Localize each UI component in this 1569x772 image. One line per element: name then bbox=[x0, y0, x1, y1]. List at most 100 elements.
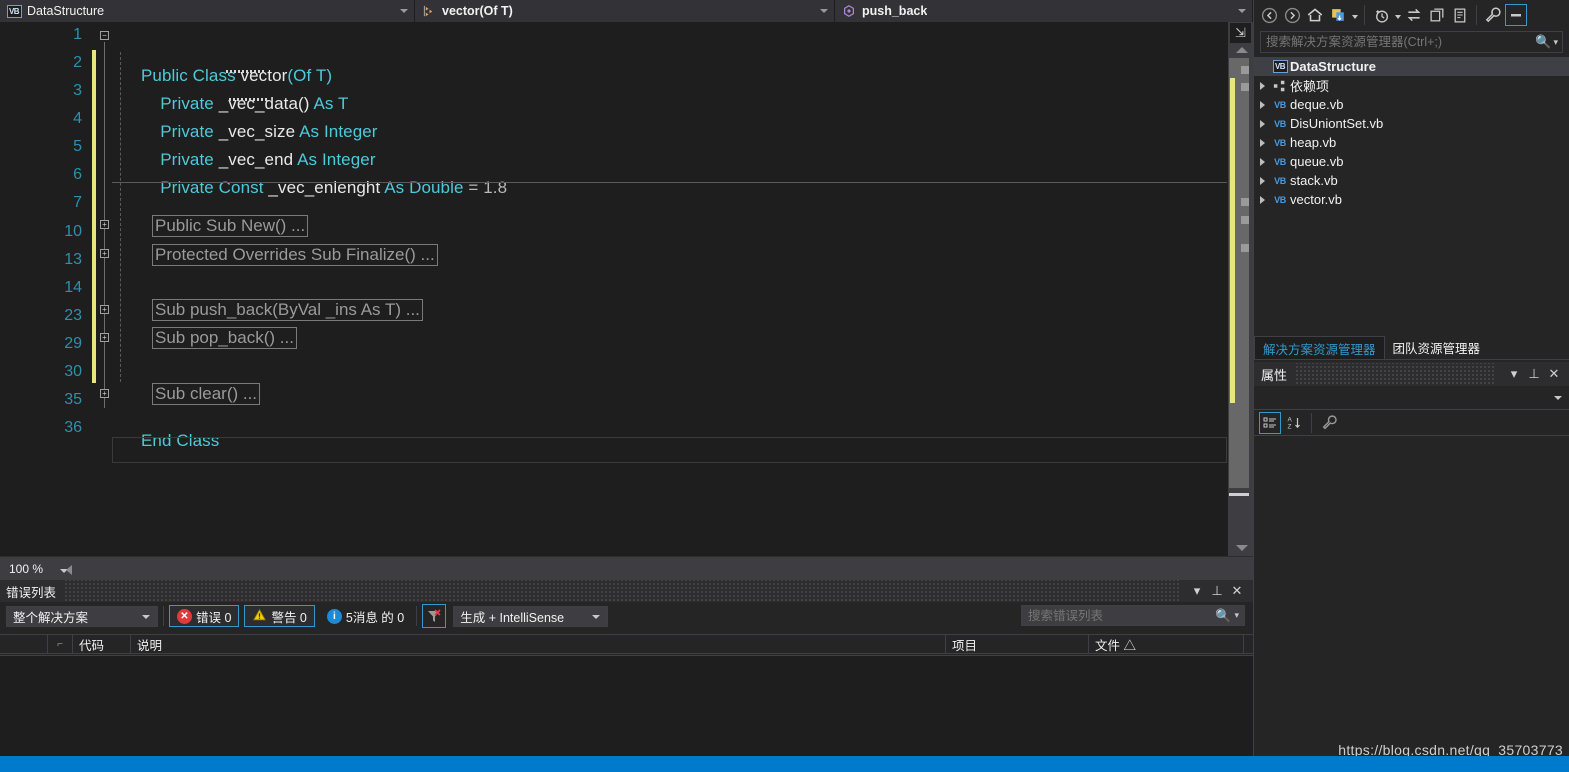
scrollbar-caret-position bbox=[1229, 493, 1249, 496]
preview-selected-items-icon[interactable] bbox=[1505, 4, 1527, 26]
fold-toggle-expand[interactable]: + bbox=[100, 249, 109, 258]
collapsed-region[interactable]: Public Sub New() ... bbox=[152, 215, 309, 237]
refresh-icon[interactable] bbox=[1327, 4, 1349, 26]
tree-item-stack[interactable]: VB stack.vb bbox=[1254, 171, 1569, 190]
messages-filter-button[interactable]: i 5消息 的 0 bbox=[320, 605, 411, 627]
tree-item-disuniontset[interactable]: VB DisUniontSet.vb bbox=[1254, 114, 1569, 133]
scope-filter-dropdown[interactable]: 整个解决方案 bbox=[6, 605, 158, 627]
search-icon[interactable]: 🔍 bbox=[1212, 608, 1234, 624]
navbar-member-dropdown[interactable]: push_back bbox=[835, 0, 1253, 22]
error-list-search-input[interactable] bbox=[1022, 608, 1213, 623]
error-list-rows[interactable] bbox=[0, 655, 1253, 755]
search-icon[interactable]: 🔍 bbox=[1533, 34, 1553, 50]
scroll-up-arrow-icon[interactable] bbox=[1236, 47, 1248, 53]
line-number: 14 bbox=[64, 279, 82, 296]
chevron-down-icon bbox=[142, 614, 150, 619]
chevron-right-icon[interactable] bbox=[1254, 195, 1270, 204]
chevron-down-icon[interactable] bbox=[1350, 4, 1359, 26]
line-number: 3 bbox=[73, 82, 82, 99]
properties-icon[interactable] bbox=[1482, 4, 1504, 26]
collapse-all-icon[interactable] bbox=[1426, 4, 1448, 26]
collapsed-region[interactable]: Sub pop_back() ... bbox=[152, 327, 297, 349]
navbar-project-dropdown[interactable]: VB DataStructure bbox=[0, 0, 415, 22]
vb-file-icon: VB bbox=[1274, 99, 1286, 110]
collapsed-region[interactable]: Protected Overrides Sub Finalize() ... bbox=[152, 244, 438, 266]
split-view-icon[interactable]: ⇲ bbox=[1230, 23, 1251, 43]
tree-item-deque[interactable]: VB deque.vb bbox=[1254, 95, 1569, 114]
column-header-selector[interactable] bbox=[0, 634, 48, 654]
line-number: 1 bbox=[73, 26, 82, 43]
error-list-search-box[interactable]: 🔍 ▾ bbox=[1021, 605, 1245, 626]
close-icon[interactable]: ✕ bbox=[1544, 364, 1564, 384]
drag-handle[interactable] bbox=[64, 580, 1179, 602]
sync-icon[interactable] bbox=[1403, 4, 1425, 26]
drag-handle[interactable] bbox=[1295, 363, 1496, 385]
zoom-level-dropdown[interactable]: 100 % bbox=[6, 559, 74, 578]
line-number: 10 bbox=[64, 223, 82, 240]
pin-icon[interactable]: ⊥ bbox=[1207, 581, 1227, 601]
warnings-filter-button[interactable]: 警告 0 bbox=[244, 605, 315, 627]
show-all-files-icon[interactable] bbox=[1449, 4, 1471, 26]
categorized-icon[interactable] bbox=[1259, 411, 1281, 434]
editor-zoom-bar: 100 % bbox=[0, 556, 1253, 580]
tab-label: 团队资源管理器 bbox=[1392, 342, 1481, 356]
tree-item-queue[interactable]: VB queue.vb bbox=[1254, 152, 1569, 171]
fold-toggle-expand[interactable]: + bbox=[100, 305, 109, 314]
collapsed-region[interactable]: Sub clear() ... bbox=[152, 383, 261, 405]
properties-icon[interactable] bbox=[1318, 412, 1340, 434]
tab-team-explorer[interactable]: 团队资源管理器 bbox=[1385, 336, 1489, 359]
class-icon bbox=[421, 3, 437, 19]
chevron-down-icon[interactable]: ▾ bbox=[1234, 610, 1244, 621]
line-number: 6 bbox=[73, 166, 82, 183]
chevron-right-icon[interactable] bbox=[1254, 138, 1270, 147]
clear-filters-button[interactable] bbox=[422, 604, 447, 628]
chevron-right-icon[interactable] bbox=[1254, 81, 1270, 90]
build-filter-dropdown[interactable]: 生成 + IntelliSense bbox=[453, 605, 609, 627]
alphabetical-icon[interactable]: AZ bbox=[1283, 412, 1305, 434]
back-icon[interactable] bbox=[1258, 4, 1280, 26]
navbar-type-dropdown[interactable]: vector(Of T) bbox=[415, 0, 835, 22]
change-bar bbox=[92, 50, 96, 383]
column-header-project[interactable]: 项目 bbox=[946, 634, 1089, 654]
solution-explorer-search-input[interactable] bbox=[1261, 35, 1534, 49]
tab-label: 解决方案资源管理器 bbox=[1263, 342, 1376, 357]
column-header-description[interactable]: 说明 bbox=[131, 634, 946, 654]
column-header-severity[interactable]: ⌐ bbox=[48, 634, 73, 654]
tab-solution-explorer[interactable]: 解决方案资源管理器 bbox=[1254, 336, 1385, 359]
horizontal-scroll-left-icon[interactable] bbox=[66, 565, 72, 575]
chevron-right-icon[interactable] bbox=[1254, 100, 1270, 109]
errors-filter-button[interactable]: ✕ 错误 0 bbox=[169, 605, 240, 627]
chevron-down-icon[interactable]: ▾ bbox=[1553, 37, 1562, 48]
tree-item-vector[interactable]: VB vector.vb bbox=[1254, 190, 1569, 209]
line-number: 2 bbox=[73, 54, 82, 71]
code-editor[interactable]: 1 2 3 4 5 6 7 10 13 14 23 29 30 35 36 − … bbox=[0, 22, 1253, 556]
chevron-down-icon[interactable] bbox=[1393, 4, 1402, 26]
pending-changes-icon[interactable] bbox=[1370, 4, 1392, 26]
chevron-right-icon[interactable] bbox=[1254, 176, 1270, 185]
fold-toggle-expand[interactable]: + bbox=[100, 333, 109, 342]
scroll-down-arrow-icon[interactable] bbox=[1236, 545, 1248, 551]
code-line[interactable]: Private Const _vec_enlenght As Double = … bbox=[112, 158, 507, 218]
method-icon bbox=[841, 3, 857, 19]
chevron-down-icon[interactable]: ▾ bbox=[1504, 364, 1524, 384]
column-header-file[interactable]: 文件 △ bbox=[1089, 634, 1244, 654]
home-icon[interactable] bbox=[1304, 4, 1326, 26]
fold-toggle-expand[interactable]: + bbox=[100, 389, 109, 398]
line-number: 23 bbox=[64, 307, 82, 324]
tree-item-dependencies[interactable]: 依赖项 bbox=[1254, 76, 1569, 95]
chevron-right-icon[interactable] bbox=[1254, 157, 1270, 166]
tree-item-datastructure[interactable]: VB DataStructure bbox=[1254, 57, 1569, 76]
solution-explorer-search-box[interactable]: 🔍 ▾ bbox=[1260, 31, 1563, 53]
chevron-down-icon[interactable]: ▾ bbox=[1187, 581, 1207, 601]
forward-icon[interactable] bbox=[1281, 4, 1303, 26]
close-icon[interactable]: ✕ bbox=[1227, 581, 1247, 601]
column-header-code[interactable]: 代码 bbox=[73, 634, 131, 654]
pin-icon[interactable]: ⊥ bbox=[1524, 364, 1544, 384]
fold-toggle-expand[interactable]: + bbox=[100, 220, 109, 229]
fold-toggle-collapse[interactable]: − bbox=[100, 31, 109, 40]
tree-item-heap[interactable]: VB heap.vb bbox=[1254, 133, 1569, 152]
collapsed-region[interactable]: Sub push_back(ByVal _ins As T) ... bbox=[152, 299, 423, 321]
chevron-right-icon[interactable] bbox=[1254, 119, 1270, 128]
properties-object-dropdown[interactable] bbox=[1254, 386, 1569, 410]
vb-file-icon: VB bbox=[1274, 194, 1286, 205]
